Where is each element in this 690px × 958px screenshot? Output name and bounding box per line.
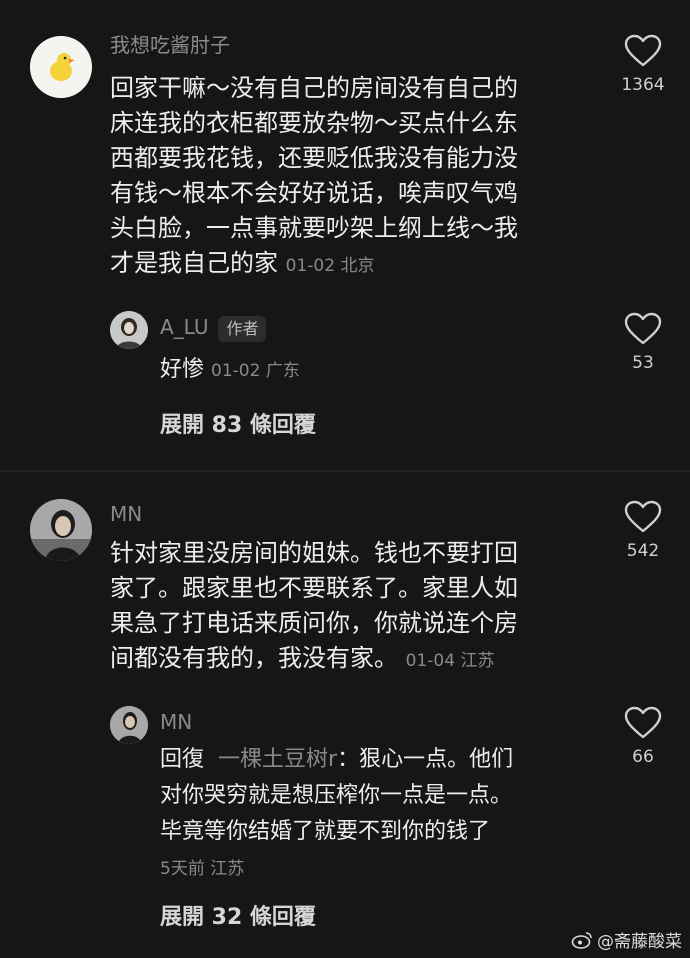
reply-like-button[interactable]: 66 <box>608 706 678 768</box>
reply-like-button[interactable]: 53 <box>608 312 678 374</box>
portrait-avatar-icon <box>110 706 148 744</box>
like-count: 1364 <box>621 75 665 95</box>
comment-line: 才是我自己的家 01-02 北京 <box>110 246 580 284</box>
comment-line: 间都没有我的，我没有家。 01-04 江苏 <box>110 641 580 679</box>
like-button[interactable]: 542 <box>608 500 678 562</box>
reply-line: 回復 一棵土豆树r：狠心一点。他们 <box>160 742 600 778</box>
comment-thread: MN 针对家里没房间的姐妹。钱也不要打回 家了。跟家里也不要联系了。家里人如 果… <box>0 472 690 958</box>
comment-line: 果急了打电话来质问你，你就说连个房 <box>110 609 518 637</box>
like-count: 53 <box>632 353 654 373</box>
watermark-text: @斋藤酸菜 <box>597 932 682 952</box>
watermark: @斋藤酸菜 <box>571 927 682 952</box>
heart-icon <box>624 34 662 67</box>
comment-meta: 01-04 江苏 <box>405 651 495 671</box>
portrait-avatar-icon <box>110 311 148 349</box>
reply-handle[interactable]: 一棵土豆树r <box>218 747 337 772</box>
avatar[interactable] <box>30 36 92 98</box>
reply-body: 回復 一棵土豆树r：狠心一点。他们 对你哭穷就是想压榨你一点是一点。 毕竟等你结… <box>160 742 600 850</box>
reply-line: 毕竟等你结婚了就要不到你的钱了 <box>160 819 491 844</box>
reply-avatar[interactable] <box>110 706 148 744</box>
heart-icon <box>624 706 662 739</box>
comment-body: 回家干嘛～没有自己的房间没有自己的 床连我的衣柜都要放杂物～买点什么东 西都要我… <box>110 71 580 284</box>
reply-username[interactable]: A_LU <box>160 315 208 339</box>
portrait-avatar-icon <box>30 499 92 561</box>
comment-line: 家了。跟家里也不要联系了。家里人如 <box>110 574 518 602</box>
reply-line-text: ：狠心一点。他们 <box>337 747 514 772</box>
comment-line-text: 间都没有我的，我没有家。 <box>110 644 398 672</box>
reply-meta: 5天前 江苏 <box>160 859 245 879</box>
reply-meta: 01-02 广东 <box>211 361 300 381</box>
like-button[interactable]: 1364 <box>608 34 678 96</box>
comment-line: 回家干嘛～没有自己的房间没有自己的 <box>110 74 518 102</box>
comment-line: 针对家里没房间的姐妹。钱也不要打回 <box>110 539 518 567</box>
comment-line: 床连我的衣柜都要放杂物～买点什么东 <box>110 109 518 137</box>
reply-body: 好惨 01-02 广东 <box>160 352 600 389</box>
comment-line: 头白脸，一点事就要吵架上纲上线～我 <box>110 214 518 242</box>
comment-username[interactable]: MN <box>110 502 142 526</box>
expand-replies-button[interactable]: 展開 32 條回覆 <box>160 899 316 931</box>
comment-body: 针对家里没房间的姐妹。钱也不要打回 家了。跟家里也不要联系了。家里人如 果急了打… <box>110 536 580 679</box>
like-count: 542 <box>626 541 660 561</box>
author-badge: 作者 <box>218 315 267 342</box>
heart-icon <box>624 500 662 533</box>
avatar[interactable] <box>30 499 92 561</box>
weibo-logo-icon <box>571 931 592 949</box>
reply-username[interactable]: MN <box>160 710 192 734</box>
like-count: 66 <box>632 747 654 767</box>
reply-prefix: 回復 <box>160 747 205 772</box>
reply-line: 对你哭穷就是想压榨你一点是一点。 <box>160 783 513 808</box>
comment-line-text: 才是我自己的家 <box>110 249 278 277</box>
comment-thread: 我想吃酱肘子 回家干嘛～没有自己的房间没有自己的 床连我的衣柜都要放杂物～买点什… <box>0 0 690 470</box>
reply-text: 好惨 <box>160 357 205 382</box>
comment-username[interactable]: 我想吃酱肘子 <box>110 33 230 57</box>
comment-meta: 01-02 北京 <box>285 256 375 276</box>
reply-avatar[interactable] <box>110 311 148 349</box>
comment-line: 西都要我花钱，还要贬低我没有能力没 <box>110 144 518 172</box>
reply-username-row: A_LU 作者 <box>160 315 267 342</box>
duck-avatar-icon <box>30 36 92 98</box>
expand-replies-button[interactable]: 展開 83 條回覆 <box>160 407 316 439</box>
comment-line: 有钱～根本不会好好说话，唉声叹气鸡 <box>110 179 518 207</box>
heart-icon <box>624 312 662 345</box>
